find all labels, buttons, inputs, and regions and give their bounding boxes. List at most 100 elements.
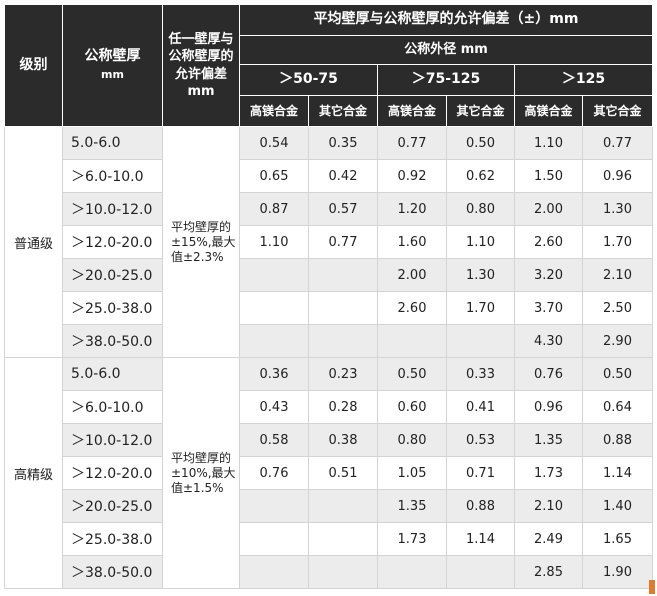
table-row: ＞10.0-12.0 0.87 0.57 1.20 0.80 2.00 1.30 — [5, 192, 654, 226]
thickness-cell: ＞25.0-38.0 — [62, 522, 163, 556]
thickness-cell: ＞38.0-50.0 — [62, 324, 163, 358]
value-cell: 1.30 — [446, 258, 515, 292]
value-cell: 1.10 — [239, 225, 309, 259]
tolerance-note-cell: 平均壁厚的±10%,最大值±1.5% — [162, 357, 240, 589]
thickness-cell: ＞12.0-20.0 — [62, 225, 163, 259]
value-cell: 0.35 — [308, 126, 378, 160]
value-cell: 1.50 — [514, 159, 583, 193]
value-cell: 0.77 — [308, 225, 378, 259]
value-cell: 0.33 — [446, 357, 515, 391]
value-cell: 1.10 — [446, 225, 515, 259]
value-cell: 1.10 — [514, 126, 583, 160]
value-cell: 1.40 — [581, 489, 654, 523]
value-cell: 2.50 — [581, 291, 654, 325]
value-cell: 1.70 — [446, 291, 515, 325]
value-cell: 0.80 — [446, 192, 515, 226]
value-cell: 0.76 — [239, 456, 309, 490]
value-cell — [446, 324, 515, 358]
value-cell: 0.88 — [446, 489, 515, 523]
alloy-header: 高镁合金 — [514, 95, 583, 127]
od-range-header: ＞75-125 — [377, 64, 515, 96]
value-cell: 0.50 — [581, 357, 654, 391]
thickness-cell: 5.0-6.0 — [62, 126, 163, 160]
value-cell: 0.36 — [239, 357, 309, 391]
value-cell: 0.54 — [239, 126, 309, 160]
table-row: ＞10.0-12.0 0.58 0.38 0.80 0.53 1.35 0.88 — [5, 423, 654, 457]
alloy-header: 其它合金 — [581, 95, 654, 127]
value-cell: 0.38 — [308, 423, 378, 457]
value-cell: 3.20 — [514, 258, 583, 292]
thickness-cell: ＞10.0-12.0 — [62, 192, 163, 226]
thickness-cell: ＞12.0-20.0 — [62, 456, 163, 490]
any-wall-tolerance-header: 任一壁厚与公称壁厚的允许偏差mm — [162, 4, 240, 127]
grade-header: 级别 — [4, 4, 63, 127]
value-cell: 1.30 — [581, 192, 654, 226]
thickness-cell: ＞6.0-10.0 — [62, 390, 163, 424]
value-cell: 2.10 — [514, 489, 583, 523]
value-cell: 0.88 — [581, 423, 654, 457]
value-cell: 0.77 — [581, 126, 654, 160]
thickness-cell: ＞6.0-10.0 — [62, 159, 163, 193]
value-cell: 0.76 — [514, 357, 583, 391]
value-cell: 0.87 — [239, 192, 309, 226]
value-cell — [239, 291, 309, 325]
value-cell — [308, 555, 378, 589]
value-cell — [308, 291, 378, 325]
outer-diameter-header: 公称外径 mm — [238, 35, 654, 65]
value-cell: 0.92 — [377, 159, 447, 193]
table-row: ＞38.0-50.0 4.30 2.90 — [5, 324, 654, 358]
value-cell: 2.90 — [581, 324, 654, 358]
thickness-cell: ＞10.0-12.0 — [62, 423, 163, 457]
table-row: ＞25.0-38.0 1.73 1.14 2.49 1.65 — [5, 522, 654, 556]
value-cell: 1.14 — [581, 456, 654, 490]
value-cell — [239, 489, 309, 523]
thickness-cell: ＞20.0-25.0 — [62, 258, 163, 292]
value-cell: 0.71 — [446, 456, 515, 490]
value-cell: 0.64 — [581, 390, 654, 424]
avg-wall-tolerance-header: 平均壁厚与公称壁厚的允许偏差（±）mm — [238, 4, 654, 36]
nominal-thickness-header: 公称壁厚 mm — [62, 4, 163, 127]
value-cell: 4.30 — [514, 324, 583, 358]
value-cell — [308, 258, 378, 292]
value-cell — [377, 324, 447, 358]
value-cell — [308, 324, 378, 358]
value-cell: 2.60 — [377, 291, 447, 325]
table-header: 级别 公称壁厚 mm 任一壁厚与公称壁厚的允许偏差mm 平均壁厚与公称壁厚的允许… — [4, 4, 654, 127]
value-cell — [239, 555, 309, 589]
value-cell: 0.77 — [377, 126, 447, 160]
table-row: 普通级 5.0-6.0 平均壁厚的±15%,最大值±2.3% 0.54 0.35 0.77… — [4, 126, 654, 358]
table-row: ＞20.0-25.0 2.00 1.30 3.20 2.10 — [5, 258, 654, 292]
value-cell — [308, 489, 378, 523]
value-cell: 0.60 — [377, 390, 447, 424]
value-cell: 0.80 — [377, 423, 447, 457]
table-row: ＞12.0-20.0 0.76 0.51 1.05 0.71 1.73 1.14 — [5, 456, 654, 490]
value-cell: 2.00 — [377, 258, 447, 292]
value-cell: 0.58 — [239, 423, 309, 457]
value-cell: 2.00 — [514, 192, 583, 226]
table-body: 普通级 5.0-6.0 平均壁厚的±15%,最大值±2.3% 0.54 0.35 0.77… — [4, 126, 654, 589]
grade-cell: 普通级 — [4, 126, 63, 358]
value-cell: 2.60 — [514, 225, 583, 259]
alloy-header: 高镁合金 — [377, 95, 447, 127]
value-cell — [308, 522, 378, 556]
corner-marker — [649, 580, 655, 594]
value-cell: 0.65 — [239, 159, 309, 193]
value-cell: 1.35 — [377, 489, 447, 523]
value-cell: 1.60 — [377, 225, 447, 259]
table-row: ＞12.0-20.0 1.10 0.77 1.60 1.10 2.60 1.70 — [5, 225, 654, 259]
value-cell: 0.50 — [446, 126, 515, 160]
value-cell: 0.28 — [308, 390, 378, 424]
value-cell: 0.57 — [308, 192, 378, 226]
tolerance-note-cell: 平均壁厚的±15%,最大值±2.3% — [162, 126, 240, 358]
value-cell — [239, 522, 309, 556]
value-cell: 1.05 — [377, 456, 447, 490]
table-row: ＞6.0-10.0 0.65 0.42 0.92 0.62 1.50 0.96 — [5, 159, 654, 193]
value-cell: 0.50 — [377, 357, 447, 391]
od-range-header: ＞125 — [513, 64, 654, 96]
value-cell: 0.51 — [308, 456, 378, 490]
value-cell: 1.14 — [446, 522, 515, 556]
tolerance-table: 级别 公称壁厚 mm 任一壁厚与公称壁厚的允许偏差mm 平均壁厚与公称壁厚的允许… — [4, 4, 654, 589]
value-cell: 0.43 — [239, 390, 309, 424]
value-cell: 0.96 — [514, 390, 583, 424]
value-cell: 0.53 — [446, 423, 515, 457]
